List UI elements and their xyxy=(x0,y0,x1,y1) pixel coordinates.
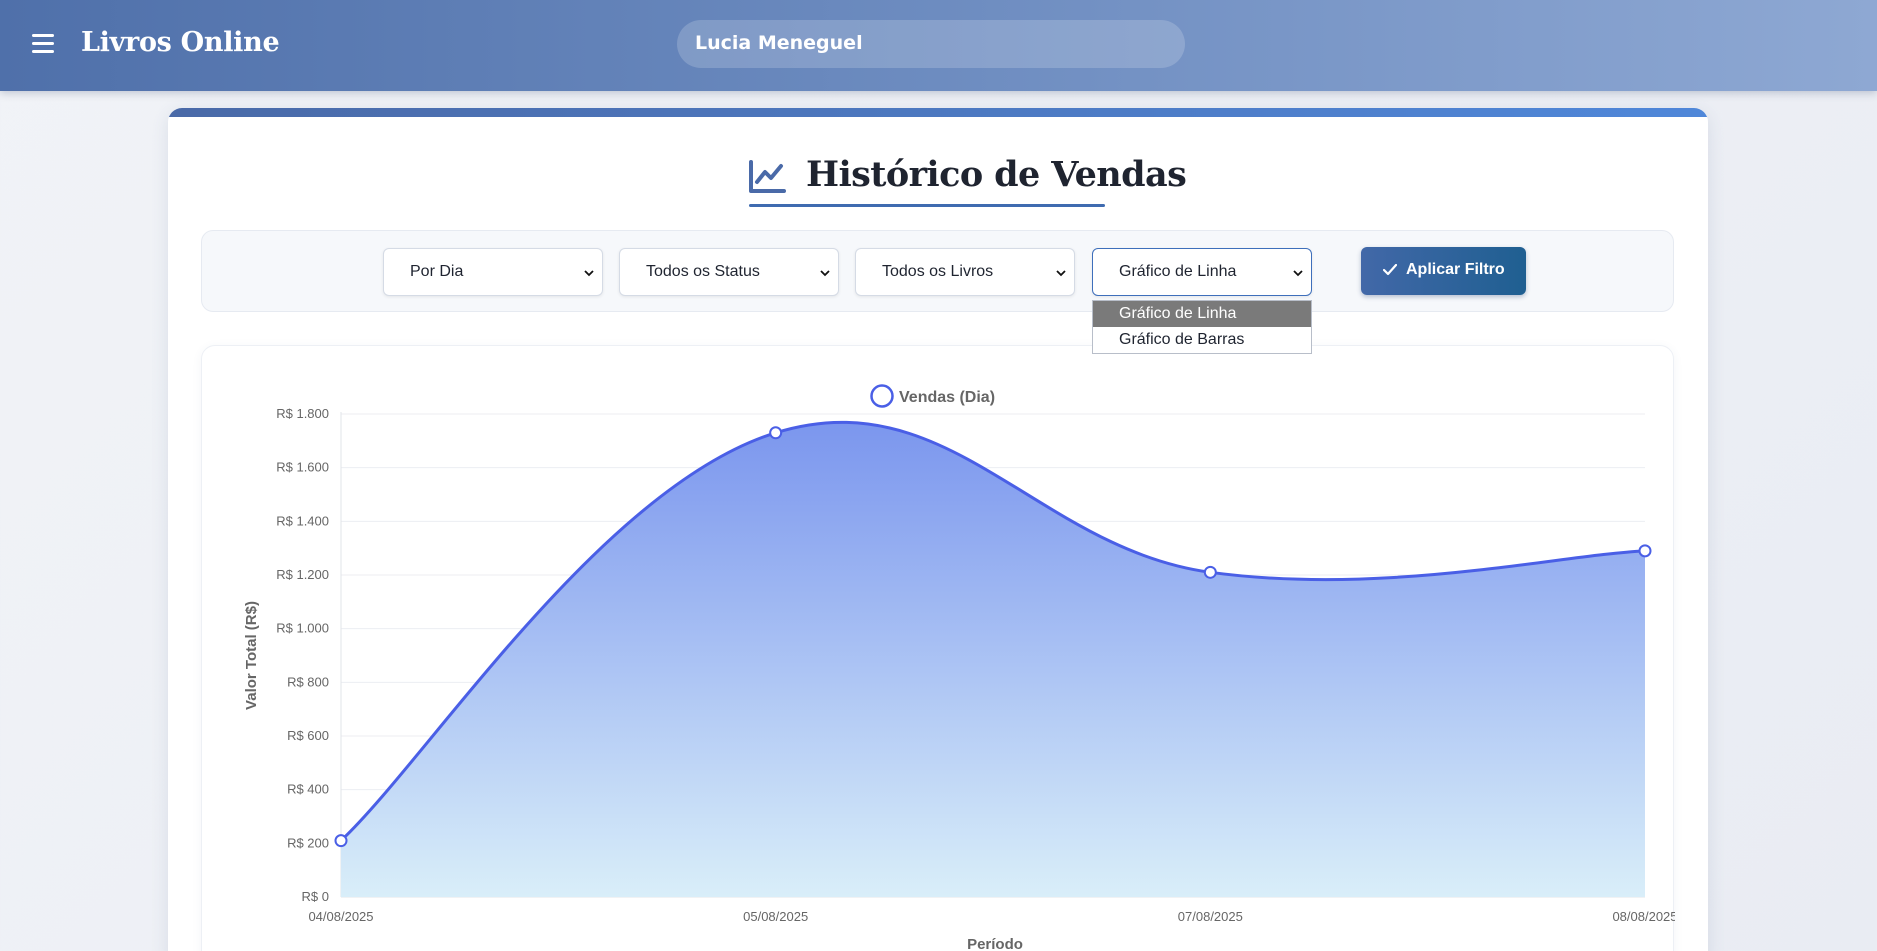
hamburger-menu-icon[interactable] xyxy=(30,30,58,58)
period-select[interactable]: Por Dia xyxy=(383,248,603,296)
chart-type-select-value: Gráfico de Linha xyxy=(1119,263,1237,280)
apply-filter-label: Aplicar Filtro xyxy=(1406,261,1505,278)
y-tick-label: R$ 1.600 xyxy=(276,460,329,475)
legend-marker xyxy=(870,384,894,408)
x-axis-title: Período xyxy=(967,936,1023,951)
y-tick-label: R$ 200 xyxy=(287,835,329,850)
page-title-wrap: Histórico de Vendas xyxy=(748,148,1187,218)
x-tick-label: 05/08/2025 xyxy=(743,909,808,924)
user-name-box[interactable]: Lucia Meneguel xyxy=(677,20,1185,68)
data-point xyxy=(334,834,348,848)
period-select-value: Por Dia xyxy=(410,263,464,280)
y-tick-label: R$ 400 xyxy=(287,782,329,797)
chart-panel: R$ 0 R$ 200 R$ 400 R$ 600 R$ 800 R$ 1.000 R$ 1… xyxy=(201,345,1678,951)
y-tick-label: R$ 600 xyxy=(287,728,329,743)
y-tick-label: R$ 0 xyxy=(302,889,329,904)
chevron-down-icon xyxy=(820,270,830,277)
y-tick-label: R$ 1.000 xyxy=(276,621,329,636)
y-tick-label: R$ 1.200 xyxy=(276,567,329,582)
chart-type-option-line[interactable]: Gráfico de Linha xyxy=(1093,301,1311,327)
chart-type-dropdown: Gráfico de Linha Gráfico de Barras xyxy=(1092,300,1312,354)
apply-filter-button[interactable]: Aplicar Filtro xyxy=(1361,247,1526,295)
chevron-down-icon xyxy=(1293,270,1303,277)
y-tick-label: R$ 800 xyxy=(287,674,329,689)
card-accent-bar xyxy=(168,108,1708,117)
page-title: Histórico de Vendas xyxy=(806,154,1187,195)
data-point xyxy=(1638,544,1652,558)
status-select[interactable]: Todos os Status xyxy=(619,248,839,296)
x-tick-label: 04/08/2025 xyxy=(308,909,373,924)
check-icon xyxy=(1383,264,1397,276)
top-navbar: Livros Online Lucia Meneguel xyxy=(0,0,1877,91)
legend-label: Vendas (Dia) xyxy=(899,389,995,406)
chevron-down-icon xyxy=(1056,270,1066,277)
data-point xyxy=(769,426,783,440)
books-select-value: Todos os Livros xyxy=(882,263,994,280)
y-tick-label: R$ 1.800 xyxy=(276,406,329,421)
x-tick-label: 07/08/2025 xyxy=(1178,909,1243,924)
sales-line-chart: R$ 0 R$ 200 R$ 400 R$ 600 R$ 800 R$ 1.000 R$ 1… xyxy=(243,384,1678,951)
sales-history-card: Histórico de Vendas Por Dia Todos os Sta… xyxy=(168,108,1708,951)
y-tick-label: R$ 1.400 xyxy=(276,513,329,528)
line-chart-icon xyxy=(749,160,786,193)
chart-type-option-bar[interactable]: Gráfico de Barras xyxy=(1093,327,1311,353)
chevron-down-icon xyxy=(584,270,594,277)
books-select[interactable]: Todos os Livros xyxy=(855,248,1075,296)
series-area-fill xyxy=(341,422,1645,897)
y-axis-title: Valor Total (R$) xyxy=(243,601,260,710)
filter-bar: Por Dia Todos os Status Todos os Livros … xyxy=(201,230,1674,312)
title-underline xyxy=(749,204,1105,207)
data-point xyxy=(1203,565,1217,579)
status-select-value: Todos os Status xyxy=(646,263,760,280)
chart-type-select[interactable]: Gráfico de Linha xyxy=(1092,248,1312,296)
brand-title[interactable]: Livros Online xyxy=(81,27,280,58)
x-tick-label: 08/08/2025 xyxy=(1612,909,1675,924)
